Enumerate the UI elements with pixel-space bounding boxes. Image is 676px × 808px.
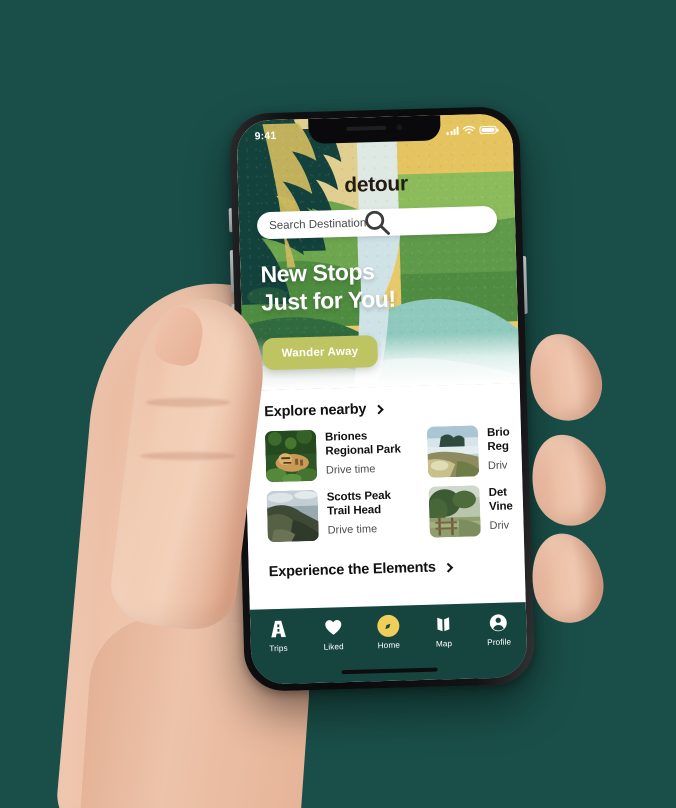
section-title: Explore nearby — [264, 401, 367, 421]
card-thumbnail — [428, 485, 481, 538]
power-button[interactable] — [523, 255, 528, 314]
explore-nearby-card-grid: Briones Regional Park Drive time Brio Re… — [264, 423, 526, 543]
volume-down-button[interactable] — [231, 304, 236, 347]
notch — [308, 115, 441, 144]
card-thumbnail — [426, 425, 480, 478]
vineyard-fence-photo — [428, 485, 481, 538]
tab-map[interactable]: Map — [417, 613, 470, 649]
status-time: 9:41 — [254, 129, 277, 143]
card-subtitle: Driv — [487, 459, 508, 472]
tiger-in-greenery-photo — [264, 429, 318, 483]
list-item[interactable]: Brio Reg Driv — [426, 423, 526, 478]
wifi-icon — [462, 125, 476, 135]
card-thumbnail — [266, 489, 319, 543]
list-item[interactable]: Briones Regional Park Drive time — [264, 427, 418, 483]
chevron-right-icon — [443, 562, 454, 573]
tab-trips[interactable]: Trips — [252, 617, 305, 653]
card-subtitle: Driv — [489, 519, 510, 532]
hero-headline-line-2: Just for You! — [260, 285, 397, 316]
map-icon — [433, 613, 454, 636]
card-subtitle: Drive time — [327, 522, 378, 537]
earpiece-speaker — [346, 125, 387, 131]
mountain-ridge-photo — [266, 489, 319, 543]
card-title: Det Vine — [488, 486, 513, 514]
card-subtitle: Drive time — [325, 462, 376, 477]
scene: 9:41 detour Search Destination New Stops… — [0, 0, 676, 808]
hero-headline-line-1: New Stops — [260, 258, 375, 288]
tab-home[interactable]: Home — [362, 614, 415, 650]
card-title: Scotts Peak Trail Head — [326, 489, 391, 518]
tab-liked[interactable]: Liked — [307, 616, 360, 652]
list-item[interactable]: Scotts Peak Trail Head Drive time — [266, 487, 420, 543]
tab-label: Map — [435, 639, 453, 649]
phone-frame: 9:41 detour Search Destination New Stops… — [228, 106, 536, 692]
card-title: Brio Reg — [486, 426, 510, 454]
card-title: Briones Regional Park — [324, 430, 402, 458]
tab-label: Trips — [269, 643, 288, 654]
content-area: Explore nearby Briones Regional Park Dri… — [243, 383, 527, 625]
compass-icon — [377, 614, 400, 638]
battery-icon — [479, 125, 497, 135]
hand-finger — [519, 325, 611, 429]
card-thumbnail — [264, 429, 318, 483]
mute-switch[interactable] — [228, 208, 233, 233]
heart-icon — [323, 616, 344, 639]
section-header-explore-nearby[interactable]: Explore nearby — [264, 397, 520, 420]
road-icon — [268, 618, 289, 641]
coastal-cliffs-photo — [426, 425, 480, 478]
volume-up-button[interactable] — [229, 250, 234, 293]
tab-label: Liked — [323, 642, 344, 652]
phone-screen: 9:41 detour Search Destination New Stops… — [236, 113, 528, 685]
hero-headline: New Stops Just for You! — [260, 257, 396, 317]
chevron-right-icon — [373, 404, 384, 415]
tab-label: Home — [377, 640, 401, 651]
cellular-signal-icon — [447, 126, 459, 136]
hand-finger — [522, 427, 614, 533]
person-icon — [488, 612, 509, 635]
section-header-experience-the-elements[interactable]: Experience the Elements — [269, 557, 525, 580]
hand-finger — [524, 527, 610, 629]
list-item[interactable]: Det Vine Driv — [428, 482, 526, 538]
tab-profile[interactable]: Profile — [472, 611, 525, 647]
front-camera — [396, 123, 403, 130]
hero-banner: detour Search Destination New Stops Just… — [236, 113, 520, 391]
section-title: Experience the Elements — [268, 559, 437, 581]
wander-away-button[interactable]: Wander Away — [262, 335, 378, 371]
phone-device: 9:41 detour Search Destination New Stops… — [228, 106, 536, 692]
tab-label: Profile — [487, 637, 512, 648]
